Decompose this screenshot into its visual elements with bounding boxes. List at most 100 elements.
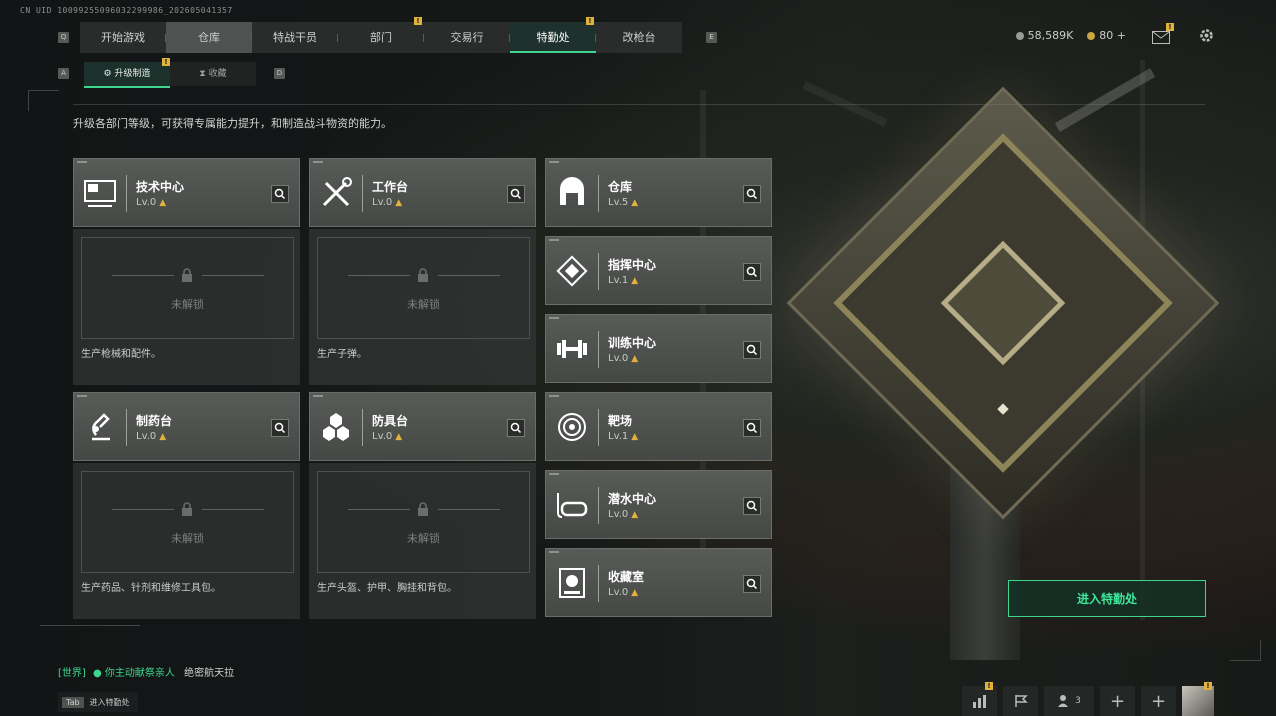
chat-sender: ● 你主动献祭亲人	[93, 668, 175, 679]
tab-alert-badge: !	[586, 17, 594, 25]
stats-button[interactable]: !	[962, 682, 997, 716]
inspect-button[interactable]	[743, 341, 761, 359]
tab-0[interactable]: 开始游戏	[80, 22, 166, 53]
tab-5[interactable]: 特勤处!	[510, 17, 596, 53]
inspect-button[interactable]	[507, 185, 525, 203]
department-card[interactable]: 工作台 Lv.0 ▲	[309, 158, 536, 227]
tab-3[interactable]: 部门!	[338, 17, 424, 53]
microscope-icon	[92, 413, 110, 441]
lock-icon	[418, 502, 428, 516]
department-card[interactable]: 仓库 Lv.5 ▲	[545, 158, 772, 227]
department-name: 训练中心	[608, 336, 657, 350]
tab-2[interactable]: 特战干员	[252, 22, 338, 53]
mail-badge: !	[1166, 23, 1174, 31]
tab-key-hint[interactable]: Tab 进入特勤处	[58, 692, 138, 712]
chat-line[interactable]: [世界] ● 你主动献祭亲人 绝密航天拉	[58, 664, 234, 679]
department-card[interactable]: 防具台 Lv.0 ▲	[309, 392, 536, 461]
department-card[interactable]: 靶场 Lv.1 ▲	[545, 392, 772, 461]
player-avatar[interactable]: !	[1182, 682, 1214, 716]
production-description: 生产头盔、护甲、胸挂和背包。	[317, 583, 457, 594]
tab-alert-badge: !	[414, 17, 422, 25]
enter-special-ops-button[interactable]: 进入特勤处	[1008, 580, 1206, 617]
tab-1[interactable]: 仓库	[166, 22, 252, 53]
add-slot-button-1[interactable]: +	[1100, 686, 1135, 716]
settings-gear-icon[interactable]	[1198, 27, 1215, 44]
lock-icon	[418, 268, 428, 282]
inspect-button[interactable]	[743, 419, 761, 437]
department-level: Lv.0 ▲	[608, 587, 639, 598]
tab-label: 仓库	[198, 31, 220, 44]
add-slot-button-2[interactable]: +	[1141, 686, 1176, 716]
department-card[interactable]: 潜水中心 Lv.0 ▲	[545, 470, 772, 539]
inspect-button[interactable]	[743, 263, 761, 281]
silver-coin-icon	[1015, 32, 1024, 40]
tab-label: 交易行	[450, 31, 484, 44]
department-card[interactable]: 指挥中心 Lv.1 ▲	[545, 236, 772, 305]
locked-label: 未解锁	[171, 532, 204, 545]
department-level: Lv.5 ▲	[608, 197, 639, 208]
inspect-button[interactable]	[743, 575, 761, 593]
department-name: 制药台	[136, 414, 173, 428]
department-card[interactable]: 训练中心 Lv.0 ▲	[545, 314, 772, 383]
bar-chart-icon	[972, 695, 986, 708]
department-level: Lv.1 ▲	[608, 275, 639, 286]
friends-button[interactable]: 3	[1044, 686, 1094, 716]
department-level: Lv.0 ▲	[136, 197, 167, 208]
upgrade-chevron-icon: ▲	[159, 432, 167, 442]
search-icon	[510, 188, 522, 200]
subtab-label: 升级制造	[114, 69, 151, 79]
inspect-button[interactable]	[507, 419, 525, 437]
lock-icon	[182, 268, 192, 282]
add-currency-button[interactable]: +	[1117, 29, 1126, 42]
upgrade-chevron-icon: ▲	[631, 432, 639, 442]
production-description: 生产枪械和配件。	[81, 349, 161, 360]
search-icon	[746, 266, 758, 278]
flag-button[interactable]	[1003, 686, 1038, 716]
tab-label: 特勤处	[536, 31, 570, 44]
subnav-next-key-hint[interactable]: D	[274, 68, 285, 79]
gold-currency[interactable]: 80 +	[1087, 29, 1126, 42]
tab-4[interactable]: 交易行	[424, 22, 510, 53]
command-icon	[556, 255, 588, 287]
tab-key: Tab	[62, 696, 84, 708]
upgrade-chevron-icon: ▲	[631, 588, 639, 598]
chat-message: 绝密航天拉	[184, 668, 235, 679]
flag-icon	[1014, 695, 1028, 707]
subtab-1[interactable]: ⧗ 收藏	[170, 62, 256, 86]
subtab-0[interactable]: ⚙ 升级制造!	[84, 58, 170, 88]
locked-label: 未解锁	[407, 532, 440, 545]
department-name: 收藏室	[608, 570, 645, 584]
nav-prev-key-hint[interactable]: Q	[58, 32, 69, 43]
department-name: 仓库	[608, 180, 633, 194]
department-card[interactable]: 收藏室 Lv.0 ▲	[545, 548, 772, 617]
plus-icon: +	[1109, 690, 1126, 712]
subnav-prev-key-hint[interactable]: A	[58, 68, 69, 79]
tab-6[interactable]: 改枪台	[596, 22, 682, 53]
inspect-button[interactable]	[271, 419, 289, 437]
currency-bar: 58,589K 80 +	[1015, 29, 1126, 42]
silver-currency: 58,589K	[1015, 29, 1073, 42]
nav-next-key-hint[interactable]: E	[706, 32, 717, 43]
dumbbell-icon	[557, 340, 587, 358]
hexagons-icon	[323, 413, 349, 441]
locked-label: 未解锁	[407, 298, 440, 311]
department-card[interactable]: 制药台 Lv.0 ▲	[73, 392, 300, 461]
frame-line	[40, 625, 140, 627]
inspect-button[interactable]	[743, 497, 761, 515]
tab-label: 特战干员	[273, 31, 317, 44]
inspect-button[interactable]	[271, 185, 289, 203]
tools-icon	[322, 177, 352, 207]
frame-corner-tl	[28, 90, 59, 111]
department-level: Lv.0 ▲	[136, 431, 167, 442]
locked-label: 未解锁	[171, 298, 204, 311]
tab-label: 部门	[370, 31, 392, 44]
mail-icon[interactable]: !	[1152, 23, 1174, 44]
gold-coin-icon	[1087, 32, 1096, 40]
department-card[interactable]: 技术中心 Lv.0 ▲	[73, 158, 300, 227]
inspect-button[interactable]	[743, 185, 761, 203]
search-icon	[510, 422, 522, 434]
locked-production-panel: 未解锁 生产子弹。	[309, 229, 536, 385]
upgrade-chevron-icon: ▲	[631, 276, 639, 286]
subtab-alert-badge: !	[162, 58, 170, 66]
plus-icon: +	[1150, 690, 1167, 712]
